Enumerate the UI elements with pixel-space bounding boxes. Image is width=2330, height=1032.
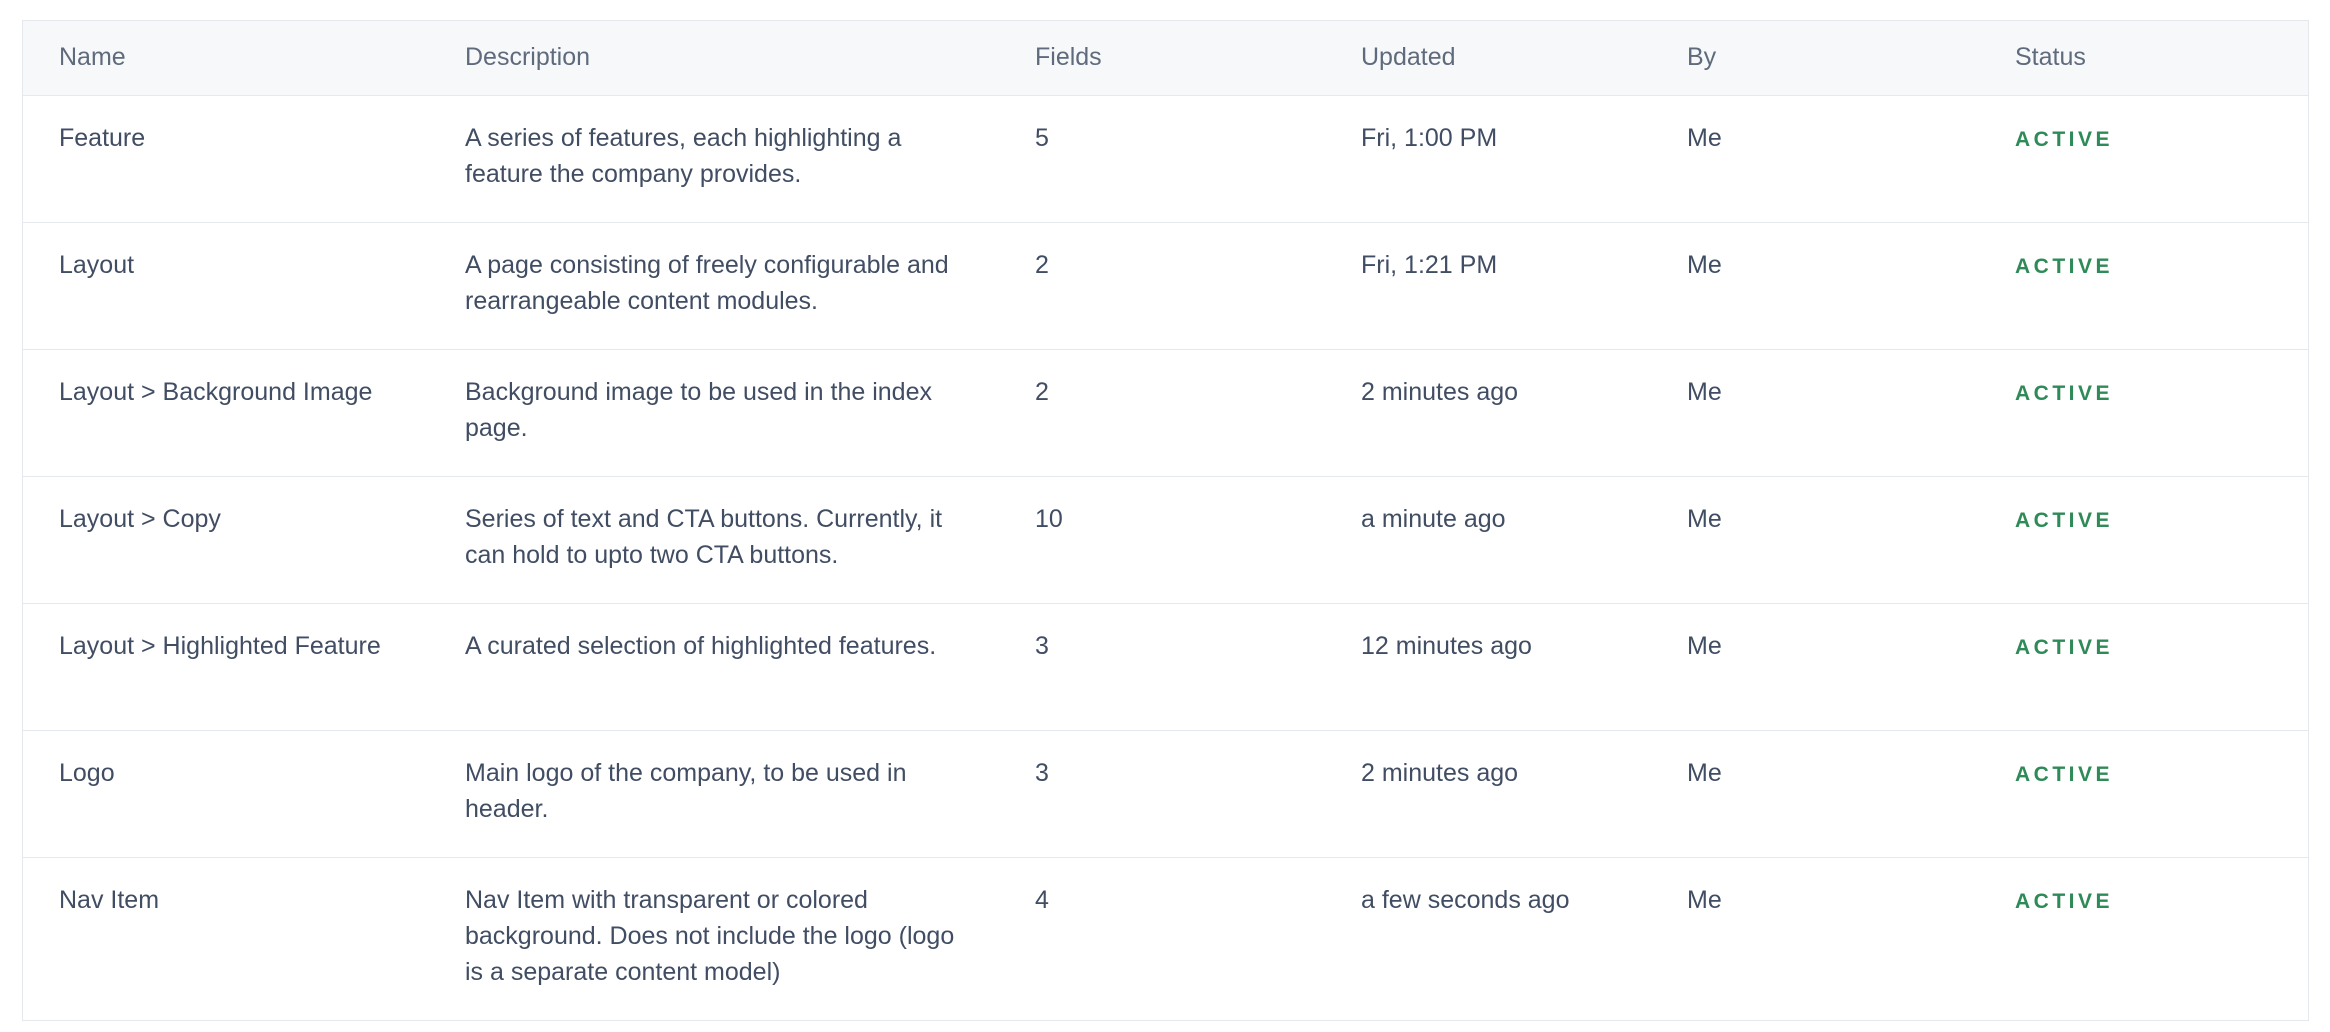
cell-by: Me: [1687, 631, 1722, 660]
cell-fields: 5: [1035, 123, 1049, 152]
table-header: Name Description Fields Updated By Statu…: [23, 21, 2308, 96]
cell-updated: a few seconds ago: [1361, 885, 1570, 914]
cell-status: ACTIVE: [1979, 349, 2308, 476]
table-body: Feature A series of features, each highl…: [23, 95, 2308, 1020]
cell-by: Me: [1687, 504, 1722, 533]
content-models-grid: Name Description Fields Updated By Statu…: [23, 21, 2308, 1020]
cell-fields: 3: [1035, 758, 1049, 787]
status-badge: ACTIVE: [2015, 254, 2114, 278]
column-header-description[interactable]: Description: [429, 21, 999, 96]
cell-fields: 2: [1035, 377, 1049, 406]
column-header-by[interactable]: By: [1651, 21, 1979, 96]
cell-status: ACTIVE: [1979, 857, 2308, 1020]
cell-description: A curated selection of highlighted featu…: [465, 631, 937, 660]
cell-updated: 12 minutes ago: [1361, 631, 1532, 660]
cell-fields: 2: [1035, 250, 1049, 279]
cell-by: Me: [1687, 758, 1722, 787]
cell-status: ACTIVE: [1979, 603, 2308, 730]
table-row[interactable]: Logo Main logo of the company, to be use…: [23, 730, 2308, 857]
cell-fields: 4: [1035, 885, 1049, 914]
cell-name: Layout > Copy: [59, 504, 221, 533]
status-badge: ACTIVE: [2015, 635, 2114, 659]
column-header-fields[interactable]: Fields: [999, 21, 1325, 96]
cell-name: Layout > Highlighted Feature: [59, 631, 381, 660]
cell-updated: 2 minutes ago: [1361, 377, 1519, 406]
cell-updated: a minute ago: [1361, 504, 1506, 533]
cell-status: ACTIVE: [1979, 95, 2308, 222]
cell-description: Series of text and CTA buttons. Currentl…: [465, 504, 943, 569]
table-row[interactable]: Layout > Background Image Background ima…: [23, 349, 2308, 476]
status-badge: ACTIVE: [2015, 889, 2114, 913]
cell-updated: Fri, 1:00 PM: [1361, 123, 1498, 152]
cell-description: Main logo of the company, to be used in …: [465, 758, 907, 823]
table-header-row: Name Description Fields Updated By Statu…: [23, 21, 2308, 96]
table-row[interactable]: Layout > Highlighted Feature A curated s…: [23, 603, 2308, 730]
cell-description: A page consisting of freely configurable…: [465, 250, 949, 315]
column-header-name[interactable]: Name: [23, 21, 429, 96]
content-models-table: Name Description Fields Updated By Statu…: [22, 20, 2309, 1021]
cell-by: Me: [1687, 123, 1722, 152]
cell-fields: 3: [1035, 631, 1049, 660]
cell-description: Nav Item with transparent or colored bac…: [465, 885, 955, 986]
status-badge: ACTIVE: [2015, 381, 2114, 405]
cell-name: Layout > Background Image: [59, 377, 373, 406]
cell-description: A series of features, each highlighting …: [465, 123, 902, 188]
table-row[interactable]: Nav Item Nav Item with transparent or co…: [23, 857, 2308, 1020]
cell-fields: 10: [1035, 504, 1063, 533]
cell-name: Feature: [59, 123, 146, 152]
cell-status: ACTIVE: [1979, 222, 2308, 349]
cell-status: ACTIVE: [1979, 730, 2308, 857]
cell-by: Me: [1687, 250, 1722, 279]
column-header-updated[interactable]: Updated: [1325, 21, 1651, 96]
cell-name: Nav Item: [59, 885, 160, 914]
table-row[interactable]: Layout > Copy Series of text and CTA but…: [23, 476, 2308, 603]
status-badge: ACTIVE: [2015, 508, 2114, 532]
cell-by: Me: [1687, 885, 1722, 914]
table-row[interactable]: Layout A page consisting of freely confi…: [23, 222, 2308, 349]
cell-by: Me: [1687, 377, 1722, 406]
status-badge: ACTIVE: [2015, 127, 2114, 151]
cell-name: Logo: [59, 758, 115, 787]
cell-name: Layout: [59, 250, 135, 279]
cell-updated: 2 minutes ago: [1361, 758, 1519, 787]
status-badge: ACTIVE: [2015, 762, 2114, 786]
table-row[interactable]: Feature A series of features, each highl…: [23, 95, 2308, 222]
cell-updated: Fri, 1:21 PM: [1361, 250, 1498, 279]
cell-status: ACTIVE: [1979, 476, 2308, 603]
cell-description: Background image to be used in the index…: [465, 377, 932, 442]
column-header-status[interactable]: Status: [1979, 21, 2308, 96]
